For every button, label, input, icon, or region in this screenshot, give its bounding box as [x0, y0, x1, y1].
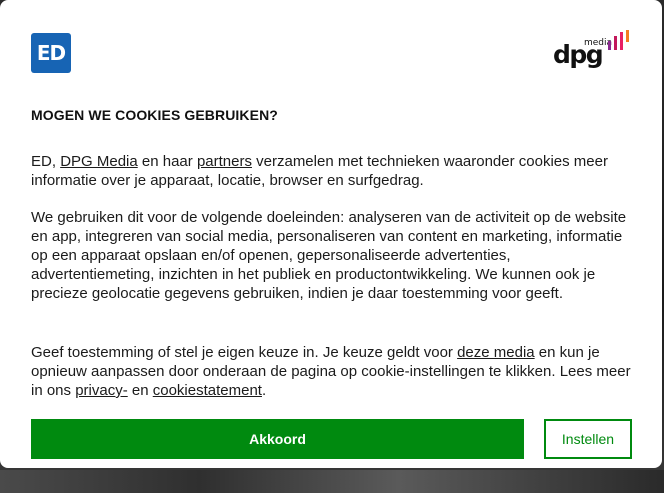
consent-text-3: en: [127, 382, 153, 399]
settings-button[interactable]: Instellen: [544, 419, 632, 459]
consent-text-1: Geef toestemming of stel je eigen keuze …: [31, 344, 458, 361]
privacy-link[interactable]: privacy-: [75, 382, 128, 399]
cookiestatement-link[interactable]: cookiestatement: [153, 382, 262, 399]
background-page-strip: [0, 470, 664, 493]
intro-paragraph: ED, DPG Media en haar partners verzamele…: [31, 152, 636, 190]
dpg-media-link[interactable]: DPG Media: [60, 153, 138, 170]
consent-text-4: .: [261, 382, 267, 399]
ed-logo: ED: [31, 33, 71, 73]
dpg-logo-word: dpg: [553, 40, 604, 69]
cookie-consent-dialog: ED media dpg MOGEN WE COOKIES GEBRUIKEN?…: [0, 0, 662, 468]
dpg-bars-icon: [608, 30, 629, 50]
dialog-title: MOGEN WE COOKIES GEBRUIKEN?: [31, 107, 278, 123]
accept-button[interactable]: Akkoord: [31, 419, 524, 459]
consent-paragraph: Geef toestemming of stel je eigen keuze …: [31, 343, 636, 400]
partners-link[interactable]: partners: [197, 153, 252, 170]
dpg-media-logo: media dpg: [553, 30, 633, 74]
intro-text-2: en haar: [137, 153, 197, 170]
intro-text-1: ED,: [31, 153, 61, 170]
purposes-paragraph: We gebruiken dit voor de volgende doelei…: [31, 209, 627, 302]
ed-logo-text: ED: [36, 41, 66, 65]
deze-media-link[interactable]: deze media: [457, 344, 535, 361]
